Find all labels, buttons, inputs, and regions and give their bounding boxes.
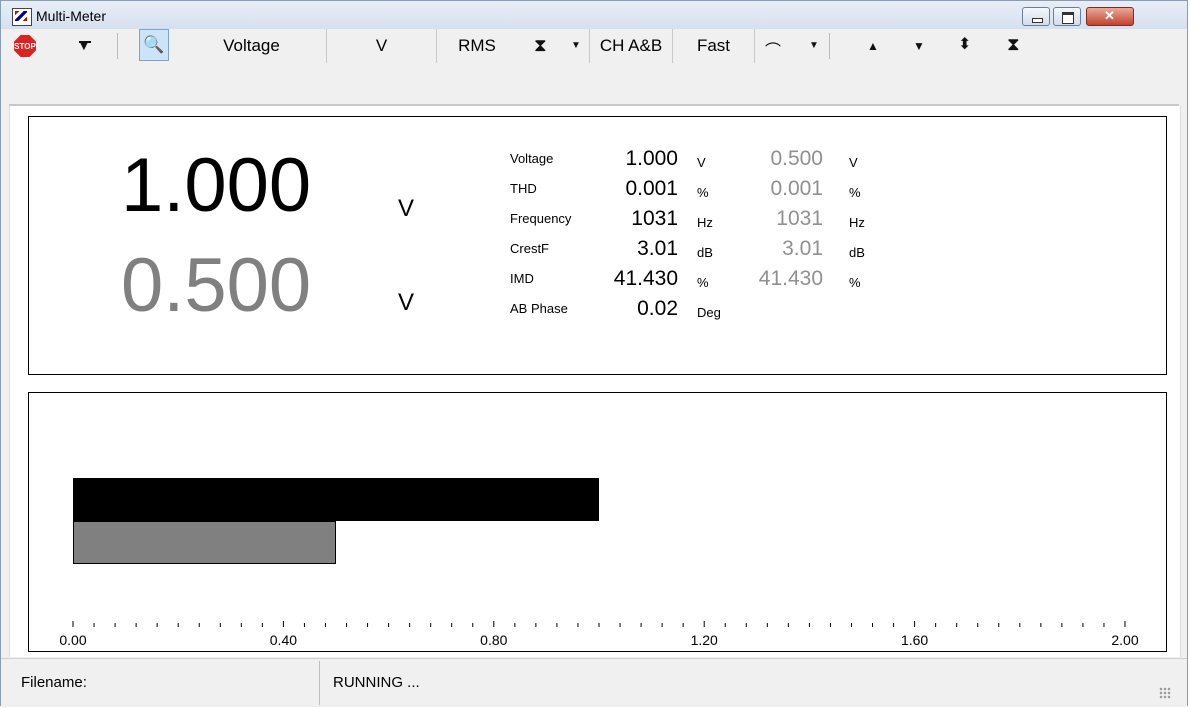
row-value-channel-a: 3.01 [637, 237, 678, 260]
underline-icon [79, 41, 91, 43]
row-label: Voltage [510, 151, 554, 166]
row-label: Frequency [510, 211, 572, 226]
axis-tick-label: 0.80 [480, 632, 507, 648]
axis-tick-label: 1.20 [691, 632, 718, 648]
row-unit-channel-a: % [697, 275, 709, 290]
run-status: RUNNING ... [333, 674, 420, 691]
detector-select[interactable]: RMS [437, 29, 517, 63]
row-unit-channel-a: dB [697, 245, 713, 260]
speed-select[interactable]: Fast [673, 29, 755, 63]
scale-down-icon[interactable]: ▼ [913, 39, 925, 53]
row-value-channel-a: 0.001 [625, 177, 678, 200]
axis-tick-label: 1.60 [901, 632, 928, 648]
row-value-channel-b: 1031 [776, 207, 823, 230]
row-value-channel-a: 0.02 [637, 297, 678, 320]
window-title: Multi-Meter [36, 8, 107, 24]
row-unit-channel-a: % [697, 185, 709, 200]
row-unit-channel-b: V [849, 155, 858, 170]
close-button[interactable] [1086, 7, 1134, 26]
axis-tick-label: 0.40 [270, 632, 297, 648]
row-unit-channel-a: Hz [697, 215, 713, 230]
range-icon[interactable]: ⧗ [534, 35, 547, 56]
row-label: IMD [510, 271, 534, 286]
status-separator [319, 661, 320, 705]
scale-expand-icon[interactable]: ⬍ [958, 34, 971, 54]
filter-dropdown-icon[interactable]: ▼ [809, 40, 819, 51]
resize-grip[interactable] [1159, 687, 1171, 699]
main-unit-channel-a: V [398, 195, 415, 222]
row-unit-channel-b: dB [849, 245, 865, 260]
row-label: THD [510, 181, 537, 196]
axis-tick-label: 2.00 [1111, 632, 1138, 648]
channel-select[interactable]: CH A&B [589, 29, 673, 63]
filter-curve-icon[interactable]: ⌒ [765, 37, 781, 61]
row-value-channel-b: 41.430 [758, 267, 823, 290]
main-value-channel-b: 0.500 [121, 243, 312, 328]
title-bar[interactable]: Multi-Meter [1, 1, 1187, 29]
stop-button[interactable]: STOP [14, 35, 36, 57]
bargraph-axis: 0.00 0.40 0.80 1.20 1.60 2.00 [59, 621, 1139, 648]
scale-up-icon[interactable]: ▲ [867, 39, 879, 53]
unit-select[interactable]: V [327, 29, 437, 63]
magnifier-icon: 🔍 [143, 35, 165, 54]
row-unit-channel-b: % [849, 275, 861, 290]
row-value-channel-a: 1031 [631, 207, 678, 230]
maximize-button[interactable] [1053, 7, 1081, 26]
axis-tick-label: 0.00 [59, 632, 86, 648]
toolbar-separator [117, 33, 118, 59]
dropdown-arrow-icon[interactable]: ▼ [77, 37, 91, 53]
autoscale-icon[interactable]: ⧗ [1007, 34, 1020, 55]
range-dropdown-icon[interactable]: ▼ [571, 40, 581, 51]
toolbar-separator [829, 33, 830, 59]
multimeter-window: Multi-Meter STOP ▼ 🔍 Voltage V RMS ⧗ ▼ C… [0, 0, 1188, 707]
minimize-button[interactable] [1022, 7, 1050, 26]
row-unit-channel-a: V [697, 155, 706, 170]
row-unit-channel-b: Hz [849, 215, 865, 230]
row-unit-channel-b: % [849, 185, 861, 200]
row-value-channel-b: 0.500 [770, 147, 823, 170]
mode-select[interactable]: Voltage [177, 29, 327, 63]
row-value-channel-b: 3.01 [782, 237, 823, 260]
row-label: AB Phase [510, 301, 568, 316]
row-value-channel-a: 1.000 [625, 147, 678, 170]
row-unit-channel-a: Deg [697, 305, 721, 320]
zoom-button[interactable]: 🔍 [139, 29, 169, 61]
status-bar [1, 658, 1187, 707]
row-label: CrestF [510, 241, 549, 256]
filename-label: Filename: [21, 674, 87, 691]
row-value-channel-b: 0.001 [770, 177, 823, 200]
main-value-channel-a: 1.000 [121, 143, 312, 228]
main-unit-channel-b: V [398, 289, 415, 316]
row-value-channel-a: 41.430 [613, 267, 678, 290]
divider [9, 104, 1179, 106]
app-icon [12, 8, 32, 26]
